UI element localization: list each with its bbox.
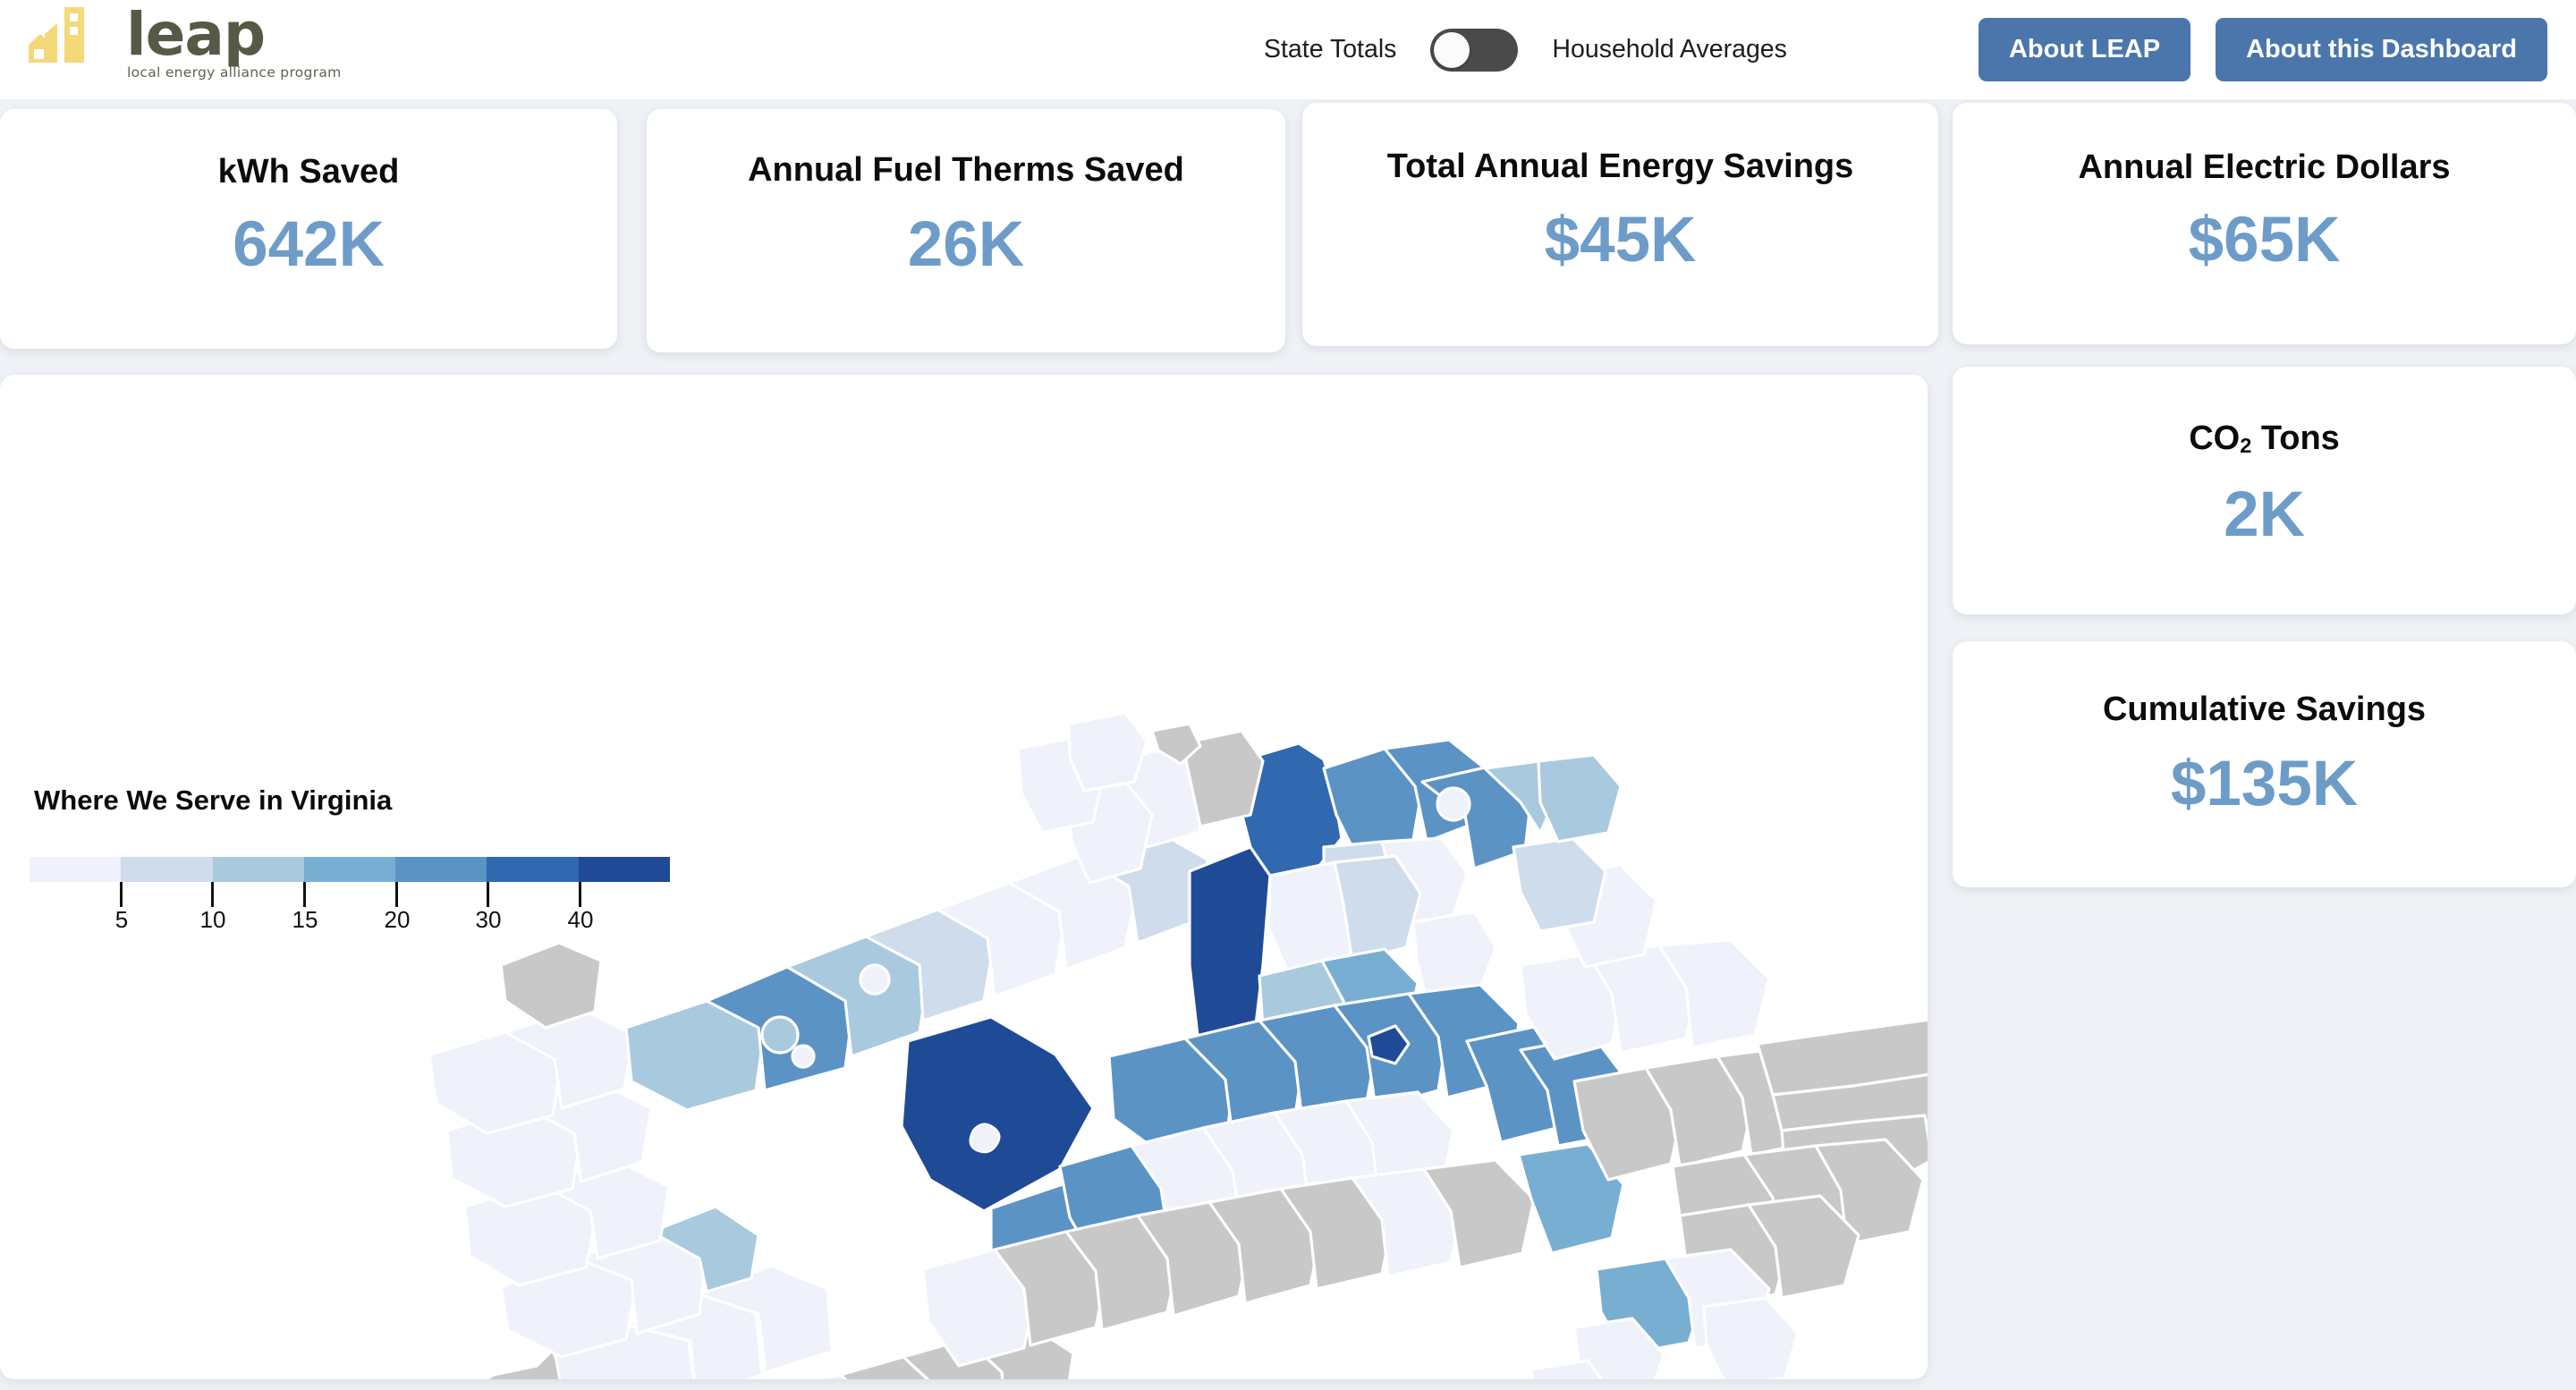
about-leap-button[interactable]: About LEAP (1978, 18, 2191, 81)
map-panel[interactable]: Where We Serve in Virginia 5 10 15 20 30… (0, 375, 1928, 1379)
county-shape (483, 1348, 564, 1379)
header-actions: About LEAP About this Dashboard (1978, 0, 2547, 99)
map-legend: 5 10 15 20 30 40 (30, 857, 674, 933)
legend-swatch (395, 857, 487, 882)
legend-swatch (303, 857, 396, 882)
legend-swatch (30, 857, 122, 882)
kpi-value: $65K (2188, 204, 2341, 275)
county-enclave-shape (791, 1044, 816, 1069)
kpi-card-annual-electric-dollars[interactable]: Annual Electric Dollars $65K (1953, 103, 2576, 344)
kpi-value: $135K (2170, 748, 2359, 819)
kpi-title: Cumulative Savings (2102, 691, 2427, 728)
view-mode-toggle[interactable] (1430, 28, 1519, 72)
map-title: Where We Serve in Virginia (34, 784, 393, 816)
legend-swatch (578, 857, 670, 882)
kpi-title: CO2 Tons (2189, 420, 2340, 458)
county-enclave-shape (760, 1015, 800, 1055)
legend-swatch (121, 857, 213, 882)
app-header: leap local energy alliance program State… (0, 0, 2576, 99)
kpi-card-cumulative-savings[interactable]: Cumulative Savings $135K (1953, 641, 2576, 887)
brand-tagline: local energy alliance program (127, 64, 342, 81)
county-shape (1537, 753, 1623, 843)
kpi-title: Total Annual Energy Savings (1386, 148, 1854, 185)
kpi-card-co2-tons[interactable]: CO2 Tons 2K (1953, 367, 2576, 614)
kpi-card-kwh-saved[interactable]: kWh Saved 642K (0, 109, 617, 349)
kpi-value: 26K (907, 208, 1025, 280)
legend-ticks: 5 10 15 20 30 40 (30, 882, 670, 933)
brand-logo[interactable]: leap local energy alliance program (29, 0, 342, 81)
kpi-title: Annual Electric Dollars (2078, 148, 2451, 186)
legend-tick-label: 30 (475, 906, 502, 933)
county-shape (1067, 711, 1148, 792)
leap-house-bars-logo-icon (29, 7, 84, 63)
legend-color-bar (30, 857, 670, 882)
kpi-card-total-annual-energy-savings[interactable]: Total Annual Energy Savings $45K (1302, 103, 1938, 346)
county-enclave-shape (1436, 786, 1471, 822)
view-mode-toggle-group: State Totals Household Averages (1264, 0, 1787, 99)
kpi-value: $45K (1544, 204, 1697, 275)
toggle-label-state-totals[interactable]: State Totals (1264, 35, 1396, 64)
kpi-title: Annual Fuel Therms Saved (748, 151, 1184, 189)
kpi-value: 642K (233, 208, 385, 280)
legend-tick-label: 40 (567, 906, 594, 933)
brand-wordmark: leap (126, 0, 266, 70)
about-dashboard-button[interactable]: About this Dashboard (2216, 18, 2547, 81)
kpi-title: kWh Saved (217, 153, 400, 191)
county-shape (1702, 1296, 1800, 1379)
legend-tick-label: 5 (114, 906, 129, 933)
city-enclave-charlottesville (969, 1123, 1001, 1154)
legend-tick-label: 20 (384, 906, 411, 933)
county-shape (499, 941, 603, 1030)
kpi-value: 2K (2224, 479, 2305, 551)
county-shape (1512, 836, 1607, 933)
legend-swatch (487, 857, 579, 882)
county-enclave-shape (859, 963, 891, 996)
legend-tick-label: 15 (292, 906, 318, 933)
toggle-label-household-averages[interactable]: Household Averages (1552, 35, 1787, 64)
toggle-knob (1434, 31, 1470, 68)
kpi-card-annual-fuel-therms-saved[interactable]: Annual Fuel Therms Saved 26K (647, 109, 1285, 352)
legend-tick-label: 10 (199, 906, 226, 933)
legend-swatch (212, 857, 304, 882)
